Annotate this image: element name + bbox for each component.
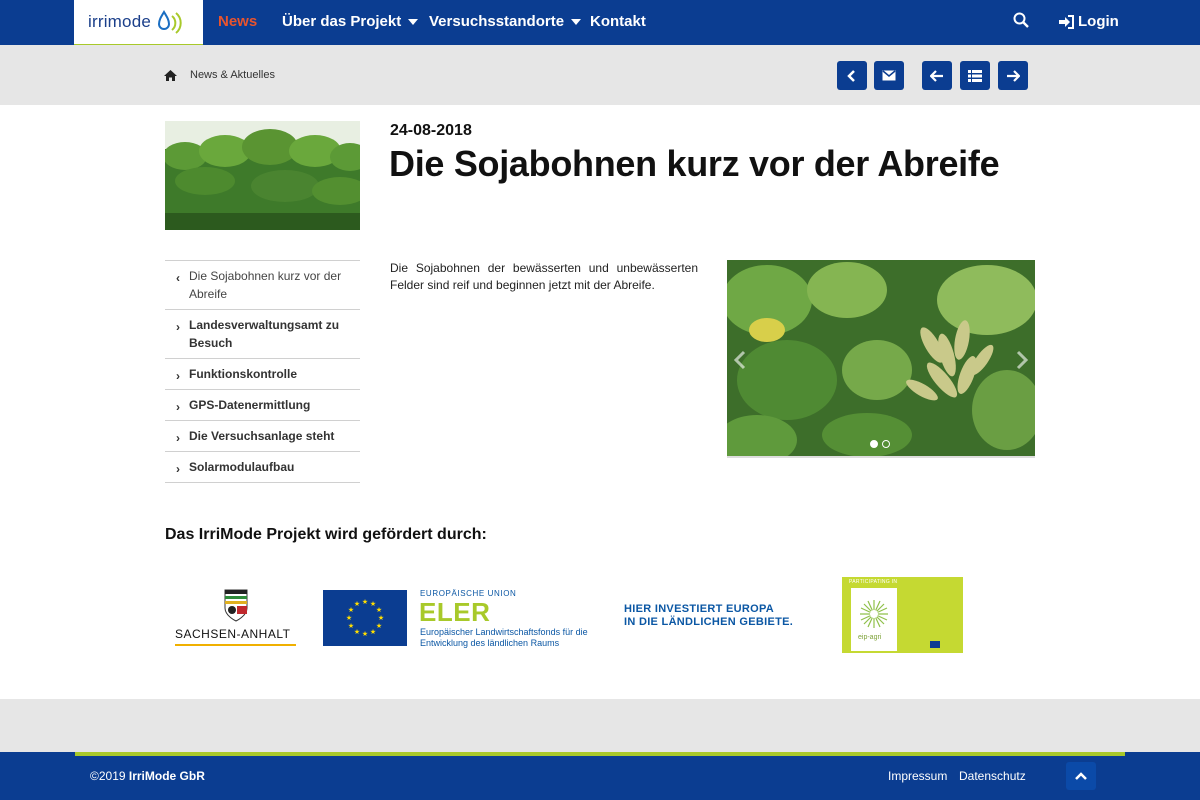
- image-slider: [727, 260, 1035, 458]
- svg-text:★: ★: [346, 614, 352, 622]
- nav-kontakt[interactable]: Kontakt: [590, 13, 646, 30]
- svg-text:★: ★: [378, 614, 384, 622]
- footer: ©2019 IrriMode GbR Impressum Datenschutz: [0, 752, 1200, 800]
- sachsen-underline: [175, 644, 296, 646]
- sachsen-anhalt-logo[interactable]: SACHSEN-ANHALT: [175, 588, 297, 648]
- list-item[interactable]: › Landesverwaltungsamt zu Besuch: [165, 310, 360, 359]
- slider-prev-icon[interactable]: [733, 350, 747, 375]
- impressum-link[interactable]: Impressum: [888, 769, 947, 783]
- list-icon: [968, 69, 982, 82]
- article-title: Die Sojabohnen kurz vor der Abreife: [389, 143, 1000, 184]
- starburst-icon: [860, 600, 888, 628]
- back-button[interactable]: [837, 61, 867, 90]
- caret-down-icon: [571, 19, 582, 26]
- previous-article-button[interactable]: [922, 61, 952, 90]
- arrow-right-icon: [1007, 69, 1020, 82]
- list-item[interactable]: › Solarmodulaufbau: [165, 452, 360, 483]
- list-item[interactable]: › Die Versuchsanlage steht: [165, 421, 360, 452]
- slider-indicators: [870, 440, 890, 448]
- nav-ueber-das-projekt[interactable]: Über das Projekt: [282, 13, 419, 30]
- site-logo[interactable]: irrimode: [74, 0, 203, 47]
- article-body: Die Sojabohnen der bewässerten und unbew…: [390, 261, 698, 292]
- chevron-right-icon: ›: [176, 431, 180, 445]
- logo-text: irrimode: [88, 12, 152, 31]
- chevron-left-icon: ‹: [176, 271, 180, 285]
- home-icon[interactable]: [164, 68, 177, 86]
- list-item[interactable]: › GPS-Datenermittlung: [165, 390, 360, 421]
- eu-flag-logo[interactable]: ★ ★ ★ ★ ★ ★ ★ ★ ★ ★ ★ ★: [323, 590, 407, 646]
- svg-text:★: ★: [376, 606, 382, 614]
- copyright: ©2019 IrriMode GbR: [90, 769, 205, 783]
- caret-down-icon: [408, 19, 419, 26]
- slide-image: [727, 260, 1035, 456]
- breadcrumb: News & Aktuelles: [0, 45, 1200, 105]
- footer-accent-line: [75, 752, 1125, 756]
- list-item-current[interactable]: ‹ Die Sojabohnen kurz vor der Abreife: [165, 261, 360, 310]
- eip-card: eip-agri: [851, 588, 897, 651]
- svg-text:★: ★: [348, 622, 354, 630]
- chevron-right-icon: ›: [176, 462, 180, 476]
- coat-of-arms-icon: [224, 589, 248, 622]
- eip-logo-text: eip-agri: [858, 634, 882, 641]
- list-item[interactable]: › Funktionskontrolle: [165, 359, 360, 390]
- related-articles-list: ‹ Die Sojabohnen kurz vor der Abreife › …: [165, 260, 360, 483]
- envelope-icon: [882, 70, 896, 81]
- svg-text:★: ★: [362, 630, 368, 638]
- slider-dot-1[interactable]: [870, 440, 878, 448]
- eler-description: Europäischer Landwirtschaftsfonds für di…: [420, 627, 588, 648]
- chevron-right-icon: ›: [176, 400, 180, 414]
- sachsen-anhalt-label: SACHSEN-ANHALT: [175, 627, 291, 641]
- article-list-button[interactable]: [960, 61, 990, 90]
- investiert-europa-logo[interactable]: HIER INVESTIERT EUROPA IN DIE LÄNDLICHEN…: [624, 603, 793, 629]
- svg-text:★: ★: [370, 628, 376, 636]
- eip-tag: PARTICIPATING IN: [849, 579, 898, 585]
- datenschutz-link[interactable]: Datenschutz: [959, 769, 1026, 783]
- login-button[interactable]: Login: [1058, 13, 1119, 30]
- login-label: Login: [1078, 13, 1119, 30]
- scroll-to-top-button[interactable]: [1066, 762, 1096, 790]
- chevron-up-icon: [1075, 772, 1087, 780]
- svg-text:★: ★: [354, 628, 360, 636]
- chevron-left-icon: [847, 69, 855, 82]
- article-thumbnail: [165, 121, 360, 230]
- nav-news[interactable]: News: [218, 13, 257, 30]
- sponsors-heading: Das IrriMode Projekt wird gefördert durc…: [165, 526, 487, 543]
- footer-spacer: [0, 699, 1200, 752]
- chevron-right-icon: ›: [176, 320, 180, 334]
- slider-next-icon[interactable]: [1015, 350, 1029, 375]
- nav-versuchsstandorte[interactable]: Versuchsstandorte: [429, 13, 582, 30]
- breadcrumb-current: News & Aktuelles: [190, 69, 275, 81]
- svg-text:★: ★: [354, 600, 360, 608]
- article-date: 24-08-2018: [390, 122, 472, 139]
- top-navbar: irrimode News Über das Projekt Versuchss…: [0, 0, 1200, 47]
- slider-dot-2[interactable]: [882, 440, 890, 448]
- svg-text:★: ★: [362, 598, 368, 606]
- chevron-right-icon: ›: [176, 369, 180, 383]
- arrow-left-icon: [930, 69, 943, 82]
- svg-text:★: ★: [376, 622, 382, 630]
- eler-label: ELER: [419, 597, 491, 627]
- email-button[interactable]: [874, 61, 904, 90]
- eu-mini-flag-icon: [930, 641, 940, 648]
- next-article-button[interactable]: [998, 61, 1028, 90]
- eip-agri-logo[interactable]: PARTICIPATING IN eip-agri: [842, 577, 963, 653]
- water-drop-icon: [158, 10, 182, 34]
- search-icon[interactable]: [1013, 12, 1029, 33]
- sign-in-icon: [1059, 14, 1074, 29]
